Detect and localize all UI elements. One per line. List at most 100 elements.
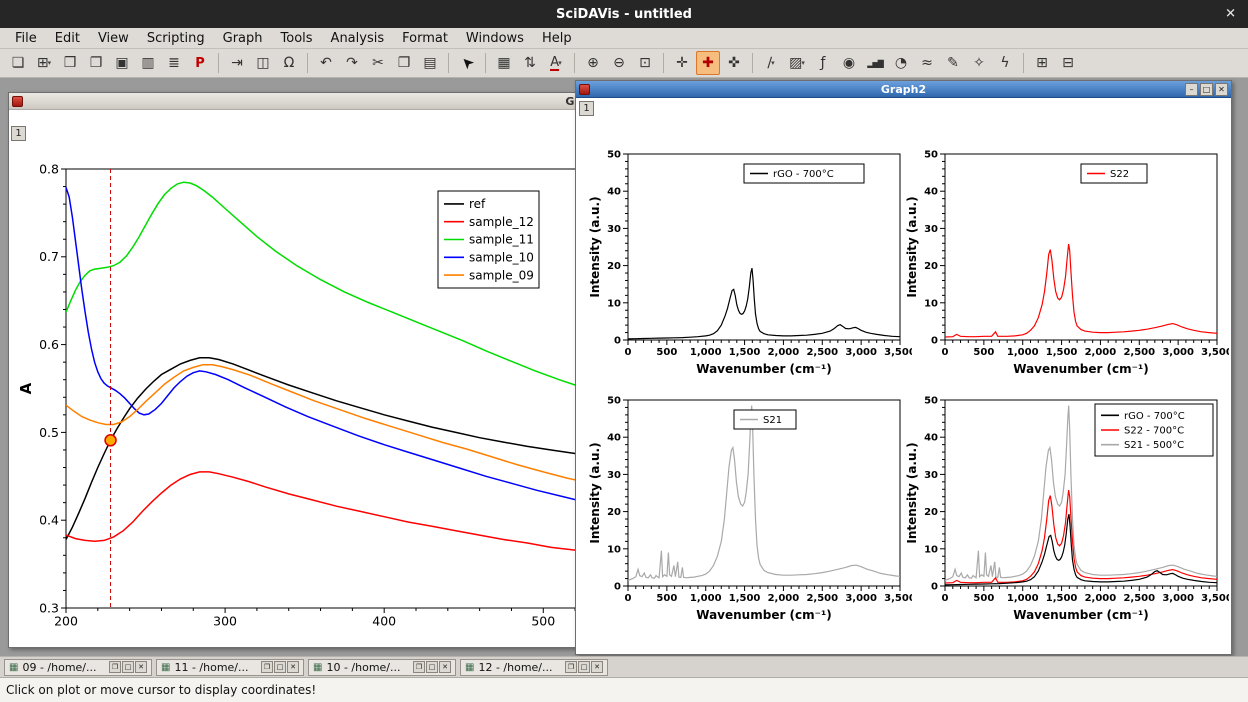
open-template-icon[interactable]: ❐ bbox=[84, 51, 108, 75]
svg-text:ref: ref bbox=[469, 197, 486, 211]
restore-icon[interactable]: ❐ bbox=[565, 661, 577, 673]
add-function-curve-icon[interactable]: ƒ bbox=[811, 51, 835, 75]
svg-text:S22: S22 bbox=[1110, 169, 1129, 180]
restore-icon[interactable]: ❐ bbox=[261, 661, 273, 673]
svg-text:3,000: 3,000 bbox=[1162, 347, 1194, 358]
svg-text:50: 50 bbox=[924, 396, 938, 407]
menu-file[interactable]: File bbox=[6, 30, 46, 47]
raman-plot-s21[interactable]: 05001,0001,5002,0002,5003,0003,500010203… bbox=[588, 382, 912, 634]
menu-view[interactable]: View bbox=[89, 30, 138, 47]
menu-help[interactable]: Help bbox=[533, 30, 581, 47]
graph2-title: Graph2 bbox=[576, 83, 1231, 96]
graph2-body: 1 05001,0001,5002,0002,5003,0003,5000102… bbox=[576, 98, 1231, 654]
menu-tools[interactable]: Tools bbox=[272, 30, 322, 47]
graph2-window[interactable]: Graph2 – □ ✕ 1 05001,0001,5002,0002,5003… bbox=[575, 80, 1232, 655]
svg-text:30: 30 bbox=[607, 224, 621, 235]
close-icon[interactable]: ✕ bbox=[591, 661, 603, 673]
magic-tool-icon[interactable]: ✧ bbox=[967, 51, 991, 75]
toolbar-separator bbox=[574, 53, 575, 73]
undo-icon[interactable]: ↶ bbox=[314, 51, 338, 75]
taskbar-window-button[interactable]: ▦09 - /home/...❐□✕ bbox=[4, 659, 152, 676]
svg-text:40: 40 bbox=[924, 187, 938, 198]
svg-text:3,000: 3,000 bbox=[1162, 593, 1194, 604]
raman-plot-rgo700[interactable]: 05001,0001,5002,0002,5003,0003,500010203… bbox=[588, 136, 912, 388]
import-ascii-icon[interactable]: ⇥ bbox=[225, 51, 249, 75]
menu-graph[interactable]: Graph bbox=[214, 30, 272, 47]
maximize-icon[interactable]: □ bbox=[122, 661, 134, 673]
window-title: SciDAVis - untitled bbox=[556, 7, 692, 22]
toolbar: ❏⊞▾❒❐▣▥≣P⇥◫Ω↶↷✂❐▤➤▦⇅A▾⊕⊖⊡✛✚✜∕▾▨▾ƒ◉▂▅▇◔≈✎… bbox=[0, 49, 1248, 78]
zoom-out-icon[interactable]: ⊖ bbox=[607, 51, 631, 75]
maximize-icon[interactable]: □ bbox=[1200, 83, 1213, 96]
menu-edit[interactable]: Edit bbox=[46, 30, 89, 47]
menu-windows[interactable]: Windows bbox=[457, 30, 533, 47]
graph2-titlebar[interactable]: Graph2 – □ ✕ bbox=[576, 81, 1231, 98]
svg-text:3,500: 3,500 bbox=[1201, 593, 1229, 604]
close-icon[interactable]: ✕ bbox=[439, 661, 451, 673]
table-statistics-icon[interactable]: ▦ bbox=[492, 51, 516, 75]
layer-button[interactable]: 1 bbox=[579, 101, 594, 116]
close-icon[interactable]: ✕ bbox=[135, 661, 147, 673]
plot-pie-icon[interactable]: ◔ bbox=[889, 51, 913, 75]
raman-plot-combined[interactable]: 05001,0001,5002,0002,5003,0003,500010203… bbox=[905, 382, 1229, 634]
maximize-icon[interactable]: □ bbox=[578, 661, 590, 673]
svg-text:2,500: 2,500 bbox=[806, 347, 838, 358]
export-pdf-icon[interactable]: P bbox=[188, 51, 212, 75]
svg-text:10: 10 bbox=[924, 544, 938, 555]
save-template-icon[interactable]: ▥ bbox=[136, 51, 160, 75]
restore-icon[interactable]: ❐ bbox=[413, 661, 425, 673]
project-explorer-icon[interactable]: ◫ bbox=[251, 51, 275, 75]
cut-icon[interactable]: ✂ bbox=[366, 51, 390, 75]
interpolate-icon[interactable]: ≈ bbox=[915, 51, 939, 75]
svg-text:0.6: 0.6 bbox=[39, 337, 59, 352]
svg-text:0: 0 bbox=[614, 582, 621, 593]
add-matrix-icon[interactable]: ⊟ bbox=[1056, 51, 1080, 75]
svg-text:2,500: 2,500 bbox=[1123, 347, 1155, 358]
paste-icon[interactable]: ▤ bbox=[418, 51, 442, 75]
sort-table-icon[interactable]: ⇅ bbox=[518, 51, 542, 75]
minimize-icon[interactable]: – bbox=[1185, 83, 1198, 96]
format-font-icon[interactable]: A▾ bbox=[544, 51, 568, 75]
lightning-tool-icon[interactable]: ϟ bbox=[993, 51, 1017, 75]
menu-scripting[interactable]: Scripting bbox=[138, 30, 214, 47]
screen-reader-icon[interactable]: ✛ bbox=[670, 51, 694, 75]
taskbar-window-button[interactable]: ▦10 - /home/...❐□✕ bbox=[308, 659, 456, 676]
restore-icon[interactable]: ❐ bbox=[109, 661, 121, 673]
taskbar-window-button[interactable]: ▦11 - /home/...❐□✕ bbox=[156, 659, 304, 676]
add-table-icon[interactable]: ⊞ bbox=[1030, 51, 1054, 75]
draw-line-icon[interactable]: ∕▾ bbox=[759, 51, 783, 75]
svg-text:500: 500 bbox=[973, 593, 994, 604]
select-data-range-icon[interactable]: ✜ bbox=[722, 51, 746, 75]
plot-histogram-icon[interactable]: ▂▅▇ bbox=[863, 51, 887, 75]
new-project-icon[interactable]: ❏ bbox=[6, 51, 30, 75]
svg-text:50: 50 bbox=[607, 150, 621, 161]
svg-text:1,000: 1,000 bbox=[1007, 593, 1039, 604]
save-project-icon[interactable]: ▣ bbox=[110, 51, 134, 75]
layer-button[interactable]: 1 bbox=[11, 126, 26, 141]
close-icon[interactable]: ✕ bbox=[1215, 83, 1228, 96]
svg-text:30: 30 bbox=[607, 470, 621, 481]
pointer-tool-icon[interactable]: ➤ bbox=[455, 51, 479, 75]
taskbar-window-button[interactable]: ▦12 - /home/...❐□✕ bbox=[460, 659, 608, 676]
maximize-icon[interactable]: □ bbox=[426, 661, 438, 673]
open-project-icon[interactable]: ❒ bbox=[58, 51, 82, 75]
svg-text:2,000: 2,000 bbox=[1085, 347, 1117, 358]
menu-format[interactable]: Format bbox=[393, 30, 457, 47]
zoom-in-icon[interactable]: ⊕ bbox=[581, 51, 605, 75]
new-table-icon[interactable]: ⊞▾ bbox=[32, 51, 56, 75]
add-texture-icon[interactable]: ▨▾ bbox=[785, 51, 809, 75]
plot-globe-icon[interactable]: ◉ bbox=[837, 51, 861, 75]
add-text-icon[interactable]: ✎ bbox=[941, 51, 965, 75]
copy-icon[interactable]: ❐ bbox=[392, 51, 416, 75]
raman-plot-s22[interactable]: 05001,0001,5002,0002,5003,0003,500010203… bbox=[905, 136, 1229, 388]
svg-text:sample_11: sample_11 bbox=[469, 233, 534, 247]
data-reader-icon[interactable]: ✚ bbox=[696, 51, 720, 75]
maximize-icon[interactable]: □ bbox=[274, 661, 286, 673]
rescale-to-show-all-icon[interactable]: ⊡ bbox=[633, 51, 657, 75]
menu-analysis[interactable]: Analysis bbox=[322, 30, 394, 47]
redo-icon[interactable]: ↷ bbox=[340, 51, 364, 75]
close-icon[interactable]: ✕ bbox=[1225, 7, 1236, 22]
print-icon[interactable]: ≣ bbox=[162, 51, 186, 75]
close-icon[interactable]: ✕ bbox=[287, 661, 299, 673]
lock-toolbars-icon[interactable]: Ω bbox=[277, 51, 301, 75]
